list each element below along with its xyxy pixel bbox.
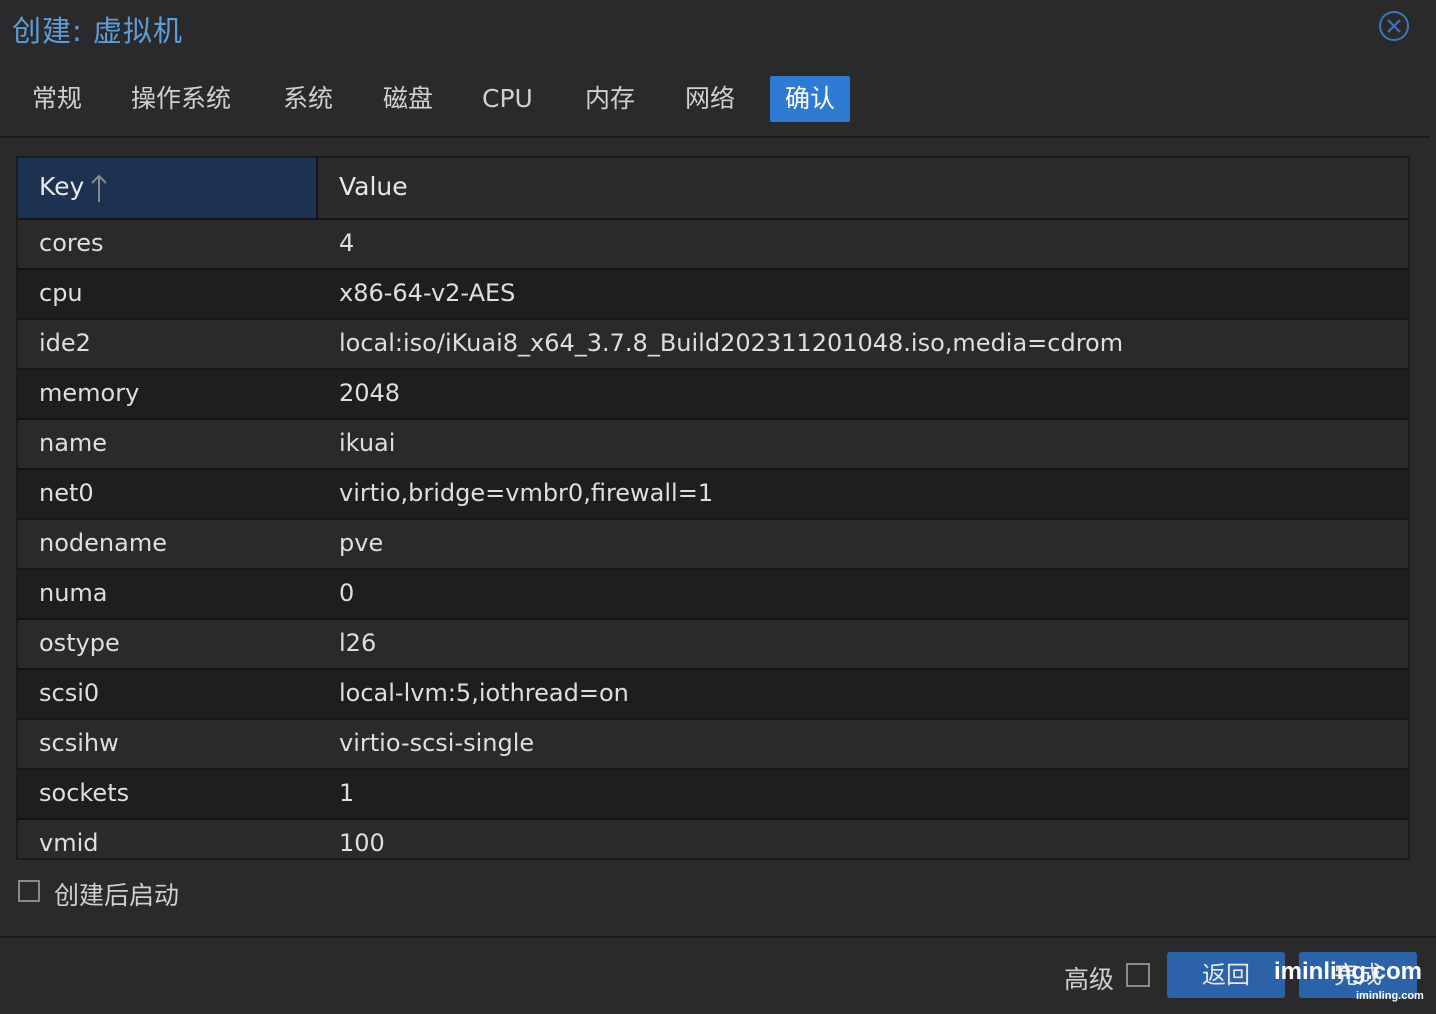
summary-grid: Key Value cores 4 cpu x86-64-v2-AES ide2 lo… (16, 156, 1410, 860)
row-key: net0 (39, 479, 94, 507)
row-key: numa (39, 579, 108, 607)
row-value: 4 (339, 229, 355, 257)
table-row[interactable]: cpu x86-64-v2-AES (18, 270, 1408, 320)
row-key: ostype (39, 629, 120, 657)
table-row[interactable]: memory 2048 (18, 370, 1408, 420)
tab-disk[interactable]: 磁盘 (368, 76, 448, 122)
row-value: virtio-scsi-single (339, 729, 535, 757)
grid-header: Key Value (18, 158, 1408, 220)
row-value: pve (339, 529, 384, 557)
title-bar: 创建: 虚拟机 (0, 0, 1436, 60)
row-value: 0 (339, 579, 355, 607)
row-key: ide2 (39, 329, 91, 357)
table-row[interactable]: scsihw virtio-scsi-single (18, 720, 1408, 770)
tab-system[interactable]: 系统 (268, 76, 348, 122)
row-value: 1 (339, 779, 355, 807)
row-value: ikuai (339, 429, 396, 457)
row-value: local-lvm:5,iothread=on (339, 679, 629, 707)
close-button[interactable] (1379, 11, 1409, 41)
advanced-checkbox[interactable] (1126, 963, 1150, 987)
tab-memory[interactable]: 内存 (570, 76, 650, 122)
table-row[interactable]: scsi0 local-lvm:5,iothread=on (18, 670, 1408, 720)
key-column-header[interactable]: Key (18, 158, 318, 218)
back-button[interactable]: 返回 (1167, 952, 1285, 998)
table-row[interactable]: name ikuai (18, 420, 1408, 470)
table-row[interactable]: ostype l26 (18, 620, 1408, 670)
tab-confirm[interactable]: 确认 (770, 76, 851, 122)
row-value: l26 (339, 629, 377, 657)
dialog-footer: 高级 返回 完成 iminling.com iminling.com (0, 936, 1436, 1014)
table-row[interactable]: nodename pve (18, 520, 1408, 570)
row-value: x86-64-v2-AES (339, 279, 516, 307)
watermark: iminling.com (1274, 958, 1423, 985)
tab-cpu[interactable]: CPU (467, 76, 548, 122)
row-value: 2048 (339, 379, 401, 407)
row-key: name (39, 429, 108, 457)
start-after-create-checkbox[interactable] (18, 880, 40, 902)
table-row[interactable]: numa 0 (18, 570, 1408, 620)
row-key: sockets (39, 779, 130, 807)
tab-network[interactable]: 网络 (670, 76, 750, 122)
value-column-header[interactable]: Value (318, 158, 1406, 218)
row-key: cores (39, 229, 104, 257)
key-header-label: Key (39, 172, 85, 201)
table-row[interactable]: cores 4 (18, 220, 1408, 270)
row-value: 100 (339, 829, 385, 857)
table-row[interactable]: vmid 100 (18, 820, 1408, 858)
start-after-create-label: 创建后启动 (54, 881, 180, 910)
row-value: local:iso/iKuai8_x64_3.7.8_Build20231120… (339, 329, 1124, 357)
row-key: scsihw (39, 729, 119, 757)
close-icon (1387, 19, 1401, 33)
table-row[interactable]: sockets 1 (18, 770, 1408, 820)
sort-ascending-icon (91, 174, 107, 202)
tab-os[interactable]: 操作系统 (116, 76, 246, 122)
grid-rows: cores 4 cpu x86-64-v2-AES ide2 local:iso/iK… (18, 220, 1408, 858)
create-vm-dialog: 创建: 虚拟机 常规 操作系统 系统 磁盘 CPU 内存 网络 确认 Key V… (0, 0, 1436, 1014)
row-key: memory (39, 379, 140, 407)
watermark-small: iminling.com (1356, 990, 1424, 1002)
row-key: scsi0 (39, 679, 100, 707)
dialog-title: 创建: 虚拟机 (12, 14, 183, 48)
row-key: nodename (39, 529, 167, 557)
advanced-label: 高级 (1064, 965, 1115, 994)
value-header-label: Value (339, 172, 408, 201)
wizard-tabs: 常规 操作系统 系统 磁盘 CPU 内存 网络 确认 (0, 74, 1430, 138)
row-key: cpu (39, 279, 83, 307)
tab-general[interactable]: 常规 (17, 76, 97, 122)
table-row[interactable]: net0 virtio,bridge=vmbr0,firewall=1 (18, 470, 1408, 520)
table-row[interactable]: ide2 local:iso/iKuai8_x64_3.7.8_Build2023… (18, 320, 1408, 370)
row-key: vmid (39, 829, 99, 857)
row-value: virtio,bridge=vmbr0,firewall=1 (339, 479, 714, 507)
